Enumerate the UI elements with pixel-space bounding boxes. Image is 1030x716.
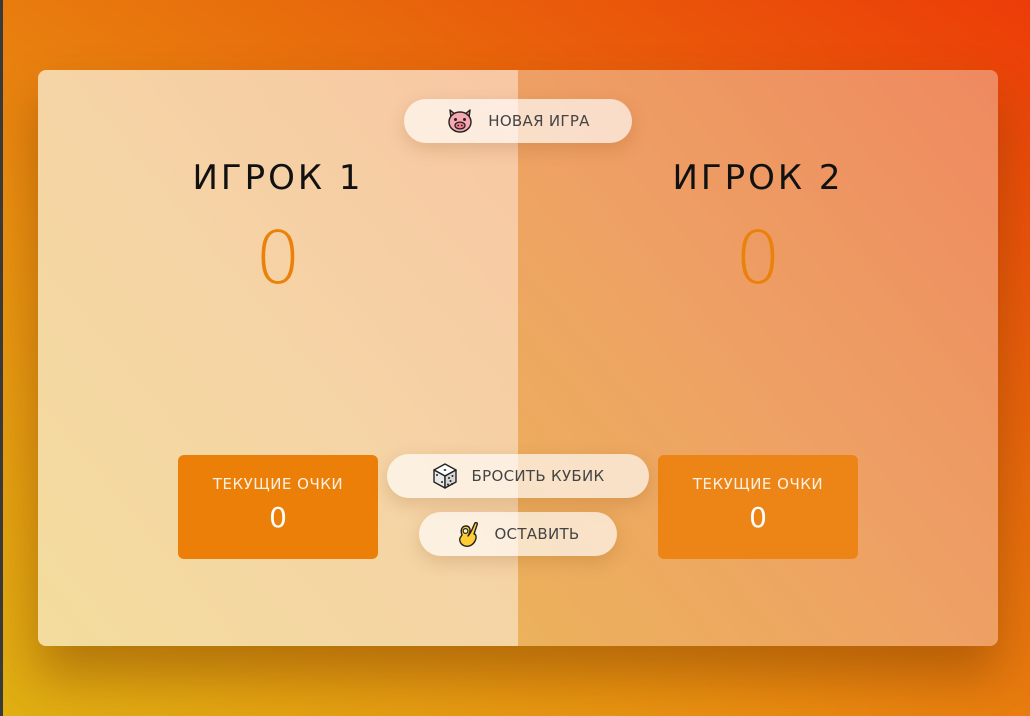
roll-dice-label: БРОСИТЬ КУБИК	[471, 467, 605, 485]
player-2-current-label: ТЕКУЩИЕ ОЧКИ	[692, 475, 824, 493]
window-edge	[0, 0, 3, 716]
player-1-total-score: 0	[255, 216, 301, 300]
game-board: ИГРОК 1 0 ТЕКУЩИЕ ОЧКИ 0 ИГРОК 2 0 ТЕКУЩ…	[38, 70, 998, 646]
player-2-name: ИГРОК 2	[672, 158, 844, 198]
player-1-panel: ИГРОК 1 0 ТЕКУЩИЕ ОЧКИ 0	[38, 70, 518, 646]
player-1-current-box: ТЕКУЩИЕ ОЧКИ 0	[178, 455, 378, 559]
player-1-current-score: 0	[269, 501, 287, 534]
pig-face-icon	[446, 107, 474, 135]
player-2-current-score: 0	[749, 501, 767, 534]
roll-dice-button[interactable]: БРОСИТЬ КУБИК	[387, 454, 649, 498]
player-2-panel: ИГРОК 2 0 ТЕКУЩИЕ ОЧКИ 0	[518, 70, 998, 646]
new-game-label: НОВАЯ ИГРА	[488, 112, 590, 130]
player-2-total-score: 0	[735, 216, 781, 300]
player-2-current-box: ТЕКУЩИЕ ОЧКИ 0	[658, 455, 858, 559]
new-game-button[interactable]: НОВАЯ ИГРА	[404, 99, 632, 143]
ok-hand-icon	[456, 520, 480, 548]
dice-icon	[432, 462, 458, 490]
player-1-current-label: ТЕКУЩИЕ ОЧКИ	[212, 475, 344, 493]
hold-button[interactable]: ОСТАВИТЬ	[419, 512, 617, 556]
hold-label: ОСТАВИТЬ	[494, 525, 580, 543]
player-1-name: ИГРОК 1	[192, 158, 364, 198]
